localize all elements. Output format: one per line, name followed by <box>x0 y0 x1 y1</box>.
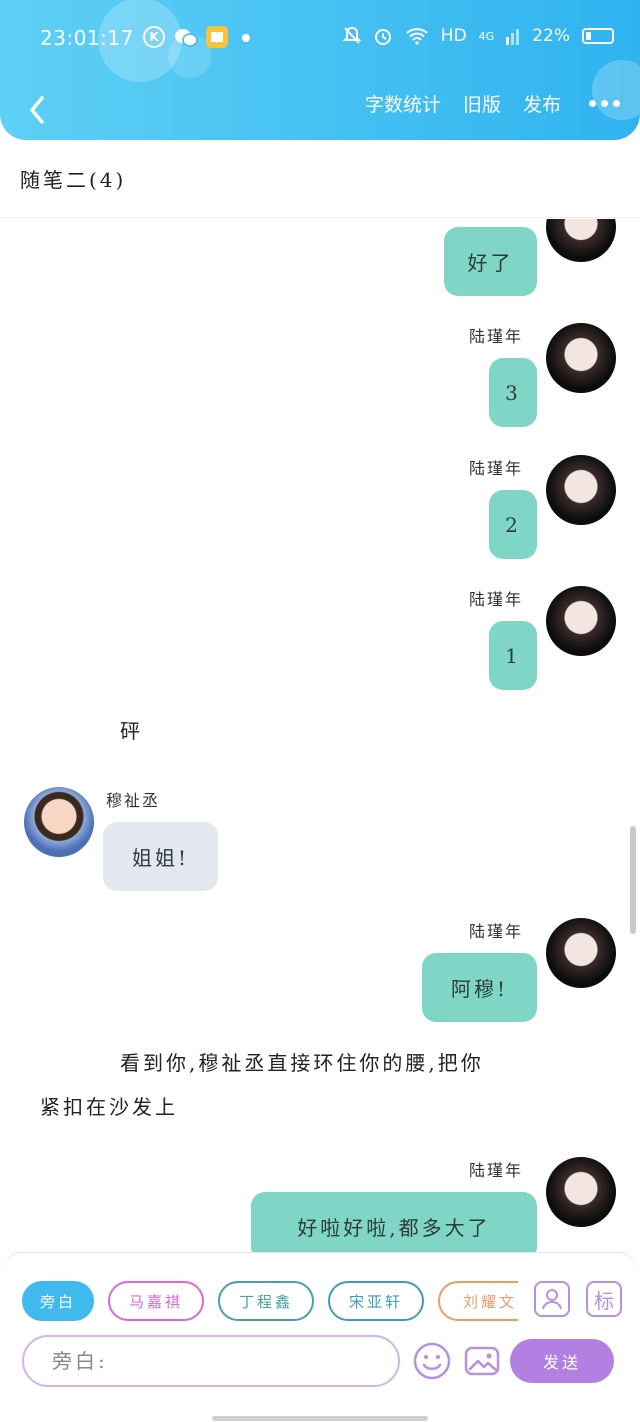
more-button[interactable] <box>589 100 620 107</box>
message-bubble[interactable]: 2 <box>489 490 537 559</box>
chevron-left-icon <box>30 96 44 124</box>
avatar[interactable] <box>546 323 616 393</box>
narration-line: 看到你,穆祉丞直接环住你的腰,把你 <box>120 1051 484 1075</box>
character-chip-narrator[interactable]: 旁白 <box>22 1281 94 1321</box>
message-bubble[interactable]: 好了 <box>444 227 537 296</box>
character-chip[interactable]: 刘耀文 <box>438 1281 518 1321</box>
emoji-button[interactable] <box>412 1341 452 1381</box>
compose-panel: 旁白 马嘉祺 丁程鑫 宋亚轩 刘耀文 标 发送 <box>0 1252 640 1422</box>
narration-text[interactable]: 砰 <box>120 709 143 753</box>
narration-text[interactable]: 看到你,穆祉丞直接环住你的腰,把你 紧扣在沙发上 <box>40 1041 610 1129</box>
image-icon <box>464 1346 500 1376</box>
k-app-icon: K <box>143 26 165 48</box>
scrollbar-thumb[interactable] <box>630 826 636 934</box>
battery-percent: 22% <box>532 26 570 46</box>
nav-actions: 字数统计 旧版 发布 <box>365 90 620 117</box>
mute-bell-icon <box>342 26 361 44</box>
tag-button[interactable]: 标 <box>586 1281 622 1317</box>
home-indicator[interactable] <box>212 1416 428 1421</box>
role-manage-button[interactable] <box>534 1281 570 1317</box>
message-bubble[interactable]: 姐姐! <box>103 822 218 891</box>
signal-type: 4G <box>478 29 495 43</box>
character-chip[interactable]: 马嘉祺 <box>108 1281 204 1321</box>
wechat-icon <box>174 26 198 50</box>
avatar[interactable] <box>546 586 616 656</box>
narration-line: 紧扣在沙发上 <box>40 1095 178 1119</box>
message-bubble[interactable]: 阿穆! <box>422 953 537 1022</box>
chat-area[interactable]: 好了 陆瑾年 3 陆瑾年 2 陆瑾年 1 砰 穆祉丞 姐姐! 陆瑾年 阿穆! 看… <box>0 219 640 1254</box>
avatar[interactable] <box>546 219 616 262</box>
old-version-button[interactable]: 旧版 <box>463 90 501 117</box>
speaker-name: 陆瑾年 <box>469 1161 524 1180</box>
image-button[interactable] <box>462 1341 502 1381</box>
back-button[interactable] <box>18 86 58 126</box>
notification-dot-icon <box>242 34 250 42</box>
status-bar: 23:01:17 K HD 4G 22% <box>0 0 640 78</box>
wifi-icon <box>406 28 428 45</box>
speaker-name: 陆瑾年 <box>469 590 524 609</box>
more-dot-icon <box>589 100 596 107</box>
signal-bars-icon <box>506 29 520 45</box>
chapter-title-bar: 随笔二(4) <box>0 140 640 218</box>
network-type: HD <box>440 26 467 46</box>
nav-bar: 字数统计 旧版 发布 <box>0 78 640 140</box>
alarm-icon <box>374 29 391 45</box>
more-dot-icon <box>613 100 620 107</box>
speaker-name: 陆瑾年 <box>469 459 524 478</box>
battery-icon <box>582 28 614 44</box>
send-button[interactable]: 发送 <box>510 1339 614 1383</box>
speaker-name: 穆祉丞 <box>106 791 161 810</box>
character-chip[interactable]: 宋亚轩 <box>328 1281 424 1321</box>
message-bubble[interactable]: 3 <box>489 358 537 427</box>
message-input[interactable] <box>52 1349 372 1373</box>
status-time: 23:01:17 <box>40 26 134 50</box>
speaker-name: 陆瑾年 <box>469 922 524 941</box>
publish-button[interactable]: 发布 <box>523 90 561 117</box>
smile-icon <box>413 1342 451 1380</box>
more-dot-icon <box>601 100 608 107</box>
character-selector: 旁白 马嘉祺 丁程鑫 宋亚轩 刘耀文 <box>22 1281 518 1321</box>
chapter-title[interactable]: 随笔二(4) <box>20 164 126 193</box>
character-chip[interactable]: 丁程鑫 <box>218 1281 314 1321</box>
app-header: 23:01:17 K HD 4G 22% 字数统计 旧版 发布 <box>0 0 640 140</box>
message-bubble[interactable]: 好啦好啦,都多大了 <box>251 1192 537 1254</box>
word-count-button[interactable]: 字数统计 <box>365 90 441 117</box>
person-icon <box>542 1289 562 1310</box>
message-input-box[interactable] <box>22 1335 400 1387</box>
avatar[interactable] <box>546 1157 616 1227</box>
book-app-icon <box>206 26 228 48</box>
avatar[interactable] <box>24 787 94 857</box>
message-bubble[interactable]: 1 <box>489 621 537 690</box>
speaker-name: 陆瑾年 <box>469 327 524 346</box>
status-indicators: HD 4G 22% <box>342 26 614 46</box>
avatar[interactable] <box>546 918 616 988</box>
avatar[interactable] <box>546 455 616 525</box>
